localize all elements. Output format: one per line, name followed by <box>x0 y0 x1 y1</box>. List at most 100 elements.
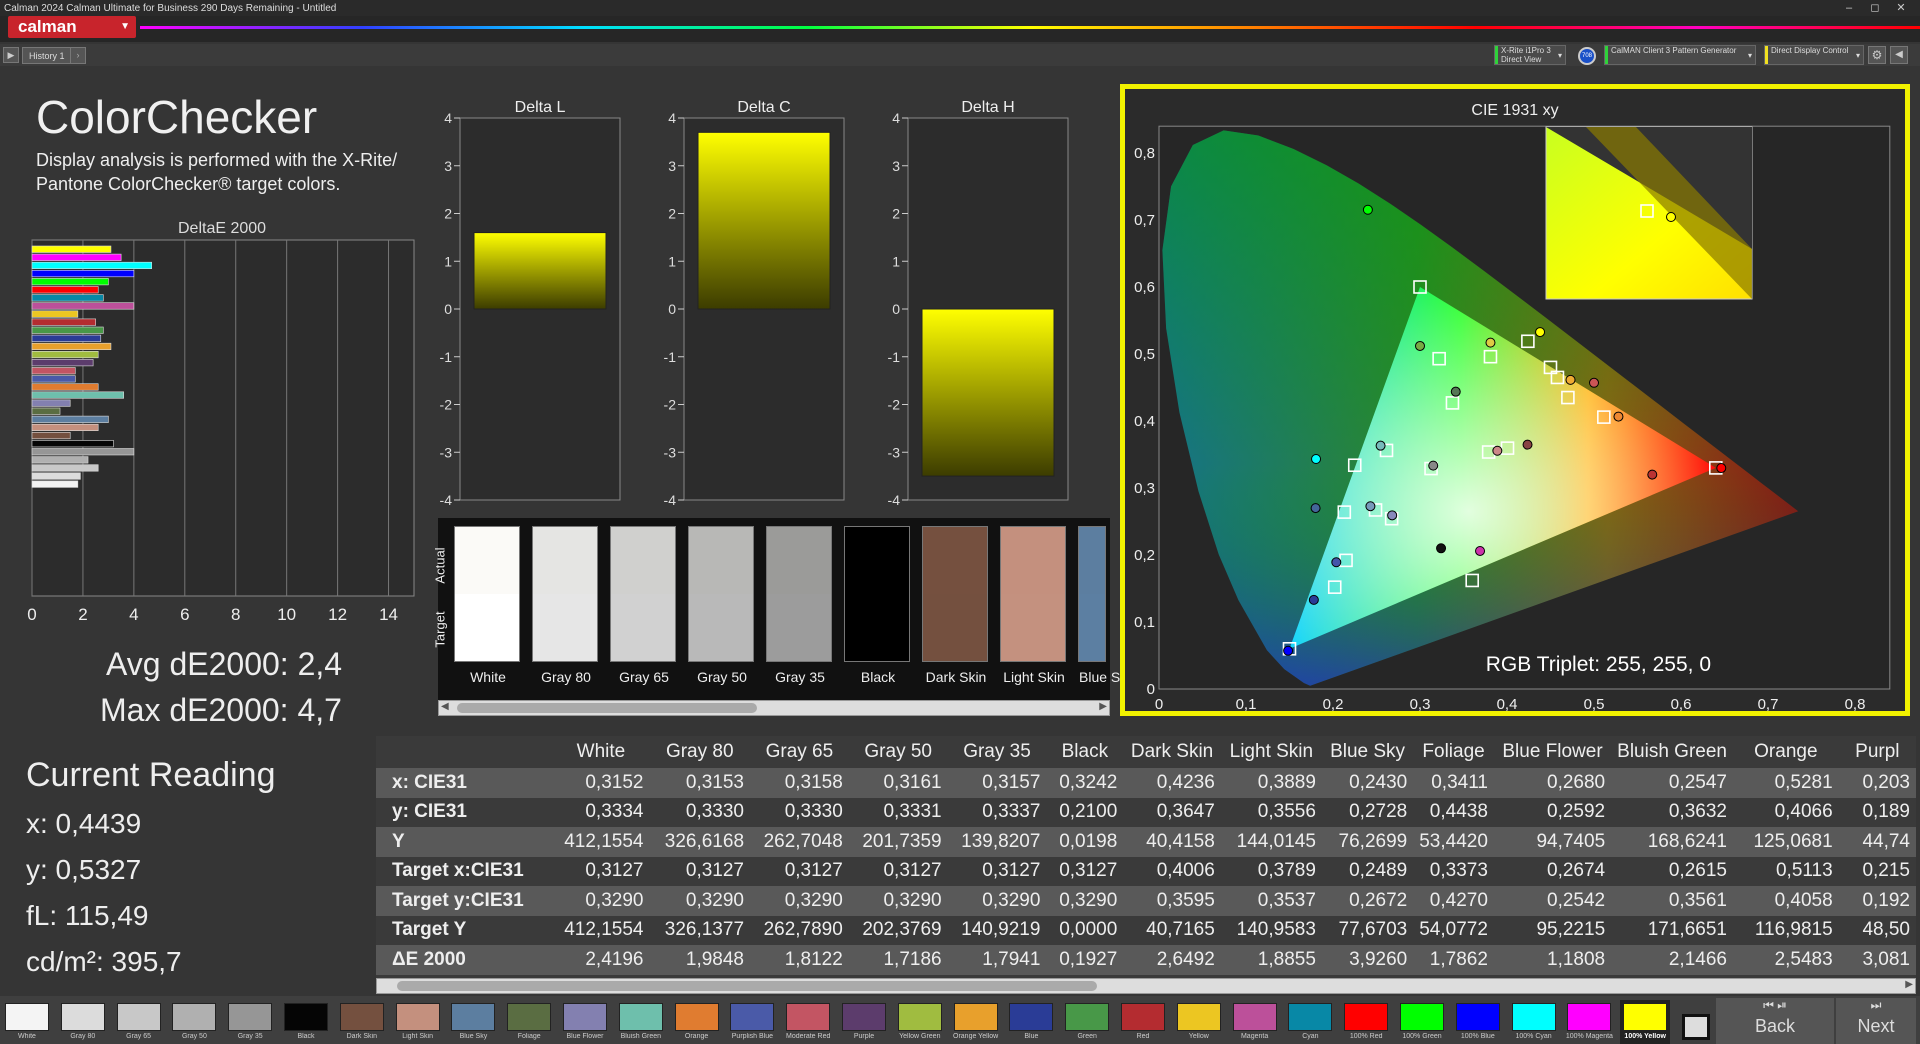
table-cell: 0,3153 <box>649 768 751 798</box>
scroll-left-icon[interactable]: ◀ <box>441 701 449 712</box>
patch-cyan[interactable]: Cyan <box>1285 1000 1335 1044</box>
column-header[interactable]: Gray 80 <box>649 736 750 768</box>
patch-100--cyan[interactable]: 100% Cyan <box>1509 1000 1559 1044</box>
patch-gray-35[interactable]: Gray 35 <box>225 1000 275 1044</box>
table-cell: 1,8855 <box>1220 945 1322 975</box>
back-small-icon[interactable]: ◀ <box>1890 46 1908 64</box>
measured-point <box>1485 337 1496 348</box>
patch-red[interactable]: Red <box>1118 1000 1168 1044</box>
tick-label: 2 <box>78 605 87 624</box>
column-header[interactable]: Purpl <box>1839 736 1916 768</box>
table-cell: 0,3290 <box>1046 886 1124 916</box>
column-header[interactable]: White <box>552 736 649 768</box>
column-header[interactable]: Dark Skin <box>1123 736 1221 768</box>
deltae-bar <box>31 342 112 350</box>
delta-bar <box>697 131 831 310</box>
table-cell: 3,081 <box>1838 945 1916 975</box>
patch-label: Moderate Red <box>786 1033 831 1040</box>
table-cell: 0,2592 <box>1547 801 1606 823</box>
patch-100--magenta[interactable]: 100% Magenta <box>1564 1000 1614 1044</box>
table-cell: 0,4270 <box>1413 886 1494 916</box>
scrollbar-thumb[interactable] <box>457 703 757 713</box>
patch-gray-50[interactable]: Gray 50 <box>169 1000 219 1044</box>
swatch-scrollbar[interactable]: ◀ ▶ <box>438 700 1110 716</box>
column-header[interactable]: Black <box>1046 736 1123 768</box>
patch-100--yellow[interactable]: 100% Yellow <box>1620 1000 1671 1044</box>
pattern-generator-selector[interactable]: CalMAN Client 3 Pattern Generator ▾ <box>1604 45 1756 65</box>
max-de2000: Max dE2000: 4,7 <box>100 692 342 728</box>
meter-device-selector[interactable]: X-Rite i1Pro 3 Direct View ▾ <box>1494 45 1566 65</box>
patch-purplish-blue[interactable]: Purplish Blue <box>727 1000 777 1044</box>
column-header[interactable]: Foliage <box>1413 736 1494 768</box>
patch-yellow-green[interactable]: Yellow Green <box>895 1000 945 1044</box>
patch-label: Foliage <box>517 1033 541 1040</box>
patch-foliage[interactable]: Foliage <box>504 1000 554 1044</box>
scroll-right-icon[interactable]: ▶ <box>1099 701 1107 712</box>
table-scrollbar[interactable]: ▶ <box>376 978 1916 994</box>
patch-purple[interactable]: Purple <box>839 1000 889 1044</box>
patch-magenta[interactable]: Magenta <box>1230 1000 1280 1044</box>
patch-100--blue[interactable]: 100% Blue <box>1453 1000 1503 1044</box>
column-header[interactable]: Gray 35 <box>948 736 1047 768</box>
column-header[interactable]: Gray 65 <box>750 736 849 768</box>
tick-label: 0 <box>892 301 900 317</box>
patch-white[interactable]: White <box>2 1000 52 1044</box>
column-header[interactable]: Light Skin <box>1221 736 1322 768</box>
measured-point <box>1647 469 1658 480</box>
stop-icon[interactable] <box>1682 1014 1710 1040</box>
maximize-button[interactable]: ◻ <box>1862 0 1888 16</box>
tick-label: -3 <box>664 444 677 460</box>
scrollbar-thumb[interactable] <box>397 981 1097 991</box>
deltae-bar <box>31 423 99 431</box>
page-title: ColorChecker <box>36 91 318 143</box>
patch-orange-yellow[interactable]: Orange Yellow <box>951 1000 1001 1044</box>
deltae-bar <box>31 278 109 286</box>
scroll-right-icon[interactable]: ▶ <box>1905 979 1913 990</box>
table-row: y: CIE31 0,3334 0,3330 0,3330 0,3331 0,3337 0,… <box>376 798 1916 828</box>
settings-icon[interactable]: ⚙ <box>1868 46 1886 64</box>
calman-logo-button[interactable]: calman ▼ <box>8 16 136 38</box>
column-header[interactable]: Blue Flower <box>1494 736 1611 768</box>
patch-yellow[interactable]: Yellow <box>1174 1000 1224 1044</box>
patch-blue[interactable]: Blue <box>1006 1000 1056 1044</box>
minimize-button[interactable]: – <box>1836 0 1862 16</box>
next-button[interactable]: ⏭ Next <box>1836 998 1916 1044</box>
table-header-row: White Gray 80 Gray 65 Gray 50 Gray 35 Black Da… <box>376 736 1916 768</box>
patch-100--green[interactable]: 100% Green <box>1397 1000 1447 1044</box>
patch-dark-skin[interactable]: Dark Skin <box>337 1000 387 1044</box>
patch-bluish-green[interactable]: Bluish Green <box>616 1000 666 1044</box>
patch-blue-sky[interactable]: Blue Sky <box>448 1000 498 1044</box>
tick-label: -3 <box>440 444 453 460</box>
patch-green[interactable]: Green <box>1062 1000 1112 1044</box>
close-button[interactable]: ✕ <box>1888 0 1914 16</box>
column-header[interactable]: Gray 50 <box>849 736 948 768</box>
play-icon[interactable]: ▶ <box>3 47 19 63</box>
patch-gray-65[interactable]: Gray 65 <box>114 1000 164 1044</box>
column-header[interactable]: Blue Sky <box>1322 736 1413 768</box>
measured-point <box>1492 445 1503 456</box>
back-button[interactable]: ⏮ ⏯ Back <box>1716 998 1834 1044</box>
table-cell: 0,0000 <box>1059 919 1118 941</box>
table-cell: 0,2430 <box>1321 768 1414 798</box>
add-tab-button[interactable]: › <box>70 47 86 64</box>
patch-gray-80[interactable]: Gray 80 <box>58 1000 108 1044</box>
patch-moderate-red[interactable]: Moderate Red <box>783 1000 833 1044</box>
swatch-gray-50: Gray 50 <box>688 526 754 685</box>
table-row: Target y:CIE31 0,3290 0,3290 0,3290 0,3290 0,… <box>376 886 1916 916</box>
column-header[interactable]: Orange <box>1733 736 1839 768</box>
swatch-label: Black <box>860 669 896 685</box>
table-cell: 53,4420 <box>1413 827 1494 857</box>
display-control-selector[interactable]: Direct Display Control ▾ <box>1764 45 1864 65</box>
patch-blue-flower[interactable]: Blue Flower <box>560 1000 610 1044</box>
deltae-bar <box>31 286 99 294</box>
patch-label: Blue Flower <box>566 1033 604 1040</box>
patch-100--red[interactable]: 100% Red <box>1341 1000 1391 1044</box>
patch-black[interactable]: Black <box>281 1000 331 1044</box>
table-cell: 0,4236 <box>1123 768 1221 798</box>
swatch-white: White <box>454 526 520 685</box>
patch-orange[interactable]: Orange <box>672 1000 722 1044</box>
patch-light-skin[interactable]: Light Skin <box>393 1000 443 1044</box>
tick-label: 2 <box>892 206 900 222</box>
history-tab[interactable]: History 1 <box>22 47 72 64</box>
column-header[interactable]: Bluish Green <box>1611 736 1733 768</box>
